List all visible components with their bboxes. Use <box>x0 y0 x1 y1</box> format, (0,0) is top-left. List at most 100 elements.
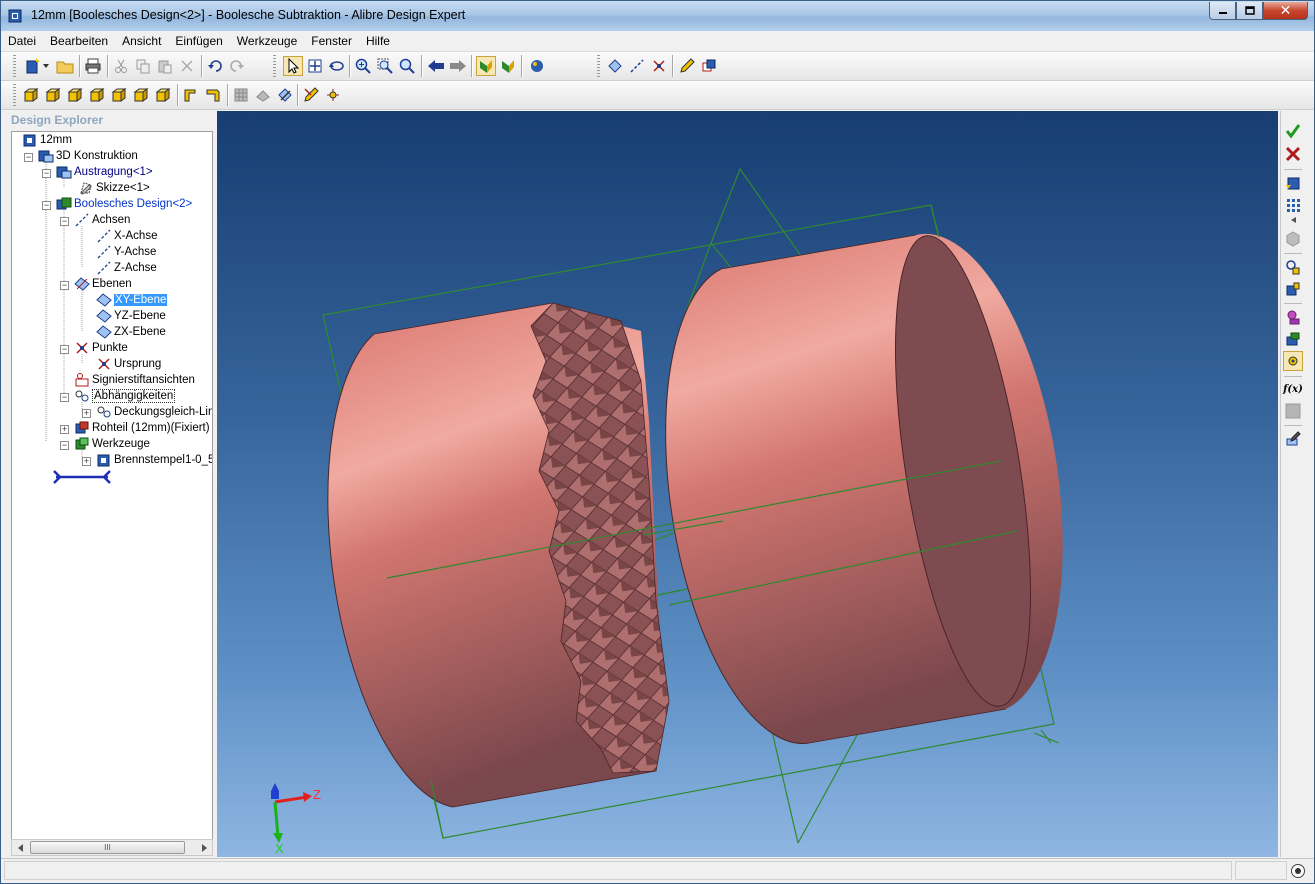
lighting-button[interactable] <box>1283 351 1303 371</box>
tree-node-x-achse[interactable]: X-Achse <box>96 228 157 244</box>
close-button[interactable]: ✕ <box>1263 2 1308 20</box>
tree-node-y-achse[interactable]: Y-Achse <box>96 244 156 260</box>
design-tree[interactable]: 12mm − 3D Konstruktion − Austragung<1> S… <box>11 131 213 845</box>
collapse-arrow-button[interactable] <box>1283 215 1303 225</box>
sweep-button[interactable] <box>65 85 85 105</box>
tree-node-austragung[interactable]: Austragung<1> <box>56 164 153 180</box>
expand-toggle[interactable]: + <box>82 457 91 466</box>
tree-node-rohteil[interactable]: Rohteil (12mm)(Fixiert) <box>74 420 210 436</box>
collapse-toggle[interactable]: − <box>60 441 69 450</box>
shell-button[interactable] <box>109 85 129 105</box>
rotate-button[interactable] <box>327 56 347 76</box>
menu-bearbeiten[interactable]: Bearbeiten <box>43 34 115 48</box>
hole-button[interactable] <box>131 85 151 105</box>
menu-datei[interactable]: Datei <box>1 34 43 48</box>
maximize-button[interactable] <box>1236 2 1263 20</box>
loft-button[interactable] <box>87 85 107 105</box>
mirror-button[interactable] <box>253 85 273 105</box>
pan-button[interactable] <box>305 56 325 76</box>
delete-button[interactable] <box>177 56 197 76</box>
scroll-thumb[interactable]: III <box>30 841 185 854</box>
boolean-button[interactable] <box>699 56 719 76</box>
extrude-button[interactable] <box>21 85 41 105</box>
accept-button[interactable] <box>1283 121 1303 141</box>
tree-node-yz-ebene[interactable]: YZ-Ebene <box>96 308 166 324</box>
insert-part-button[interactable] <box>1283 279 1303 299</box>
placeholder-button[interactable] <box>1283 401 1303 421</box>
insert-point-button[interactable] <box>649 56 669 76</box>
collapse-toggle[interactable]: − <box>42 201 51 210</box>
cancel-button[interactable] <box>1283 144 1303 164</box>
toolbar-grip[interactable] <box>273 55 276 77</box>
collapse-toggle[interactable]: − <box>60 345 69 354</box>
tree-node-root[interactable]: 12mm <box>22 132 72 148</box>
sketch-button[interactable] <box>677 56 697 76</box>
tree-node-xy-ebene[interactable]: XY-Ebene <box>96 292 168 308</box>
chamfer-button[interactable] <box>203 85 223 105</box>
undo-button[interactable] <box>205 56 225 76</box>
edit-button[interactable] <box>1283 429 1303 449</box>
collapse-toggle[interactable]: − <box>60 217 69 226</box>
grid-button[interactable] <box>1283 195 1303 215</box>
tree-node-punkte[interactable]: Punkte <box>74 340 128 356</box>
expand-toggle[interactable]: + <box>60 425 69 434</box>
expand-toggle[interactable]: + <box>82 409 91 418</box>
title-bar[interactable]: 12mm [Boolesches Design<2>] - Boolesche … <box>1 1 1314 31</box>
previous-view-button[interactable] <box>426 56 446 76</box>
3d-viewport[interactable]: Z X <box>217 111 1278 857</box>
fillet-button[interactable] <box>181 85 201 105</box>
material-button[interactable] <box>1283 307 1303 327</box>
origin-button[interactable] <box>323 85 343 105</box>
tree-node-deckungsgleich[interactable]: Deckungsgleich-Line <box>96 404 212 420</box>
thicken-button[interactable] <box>153 85 173 105</box>
collapse-toggle[interactable]: − <box>42 169 51 178</box>
menu-einfuegen[interactable]: Einfügen <box>168 34 229 48</box>
open-button[interactable] <box>55 56 75 76</box>
redo-button[interactable] <box>227 56 247 76</box>
zoom-fit-button[interactable] <box>397 56 417 76</box>
toolbar-grip[interactable] <box>13 55 16 77</box>
menu-ansicht[interactable]: Ansicht <box>115 34 168 48</box>
tree-node-ursprung[interactable]: Ursprung <box>96 356 161 372</box>
part-properties-button[interactable] <box>1283 173 1303 193</box>
render-button[interactable] <box>527 56 547 76</box>
collapse-toggle[interactable]: − <box>60 281 69 290</box>
collapse-toggle[interactable]: − <box>24 153 33 162</box>
tree-node-boolesches-design[interactable]: Boolesches Design<2> <box>56 196 192 212</box>
zoom-window-button[interactable] <box>375 56 395 76</box>
tree-node-werkzeuge[interactable]: Werkzeuge <box>74 436 150 452</box>
new-button[interactable] <box>23 56 43 76</box>
scroll-right-button[interactable] <box>196 840 212 855</box>
copy-button[interactable] <box>133 56 153 76</box>
tree-node-z-achse[interactable]: Z-Achse <box>96 260 157 276</box>
pattern-button[interactable] <box>231 85 251 105</box>
zoom-in-button[interactable] <box>353 56 373 76</box>
scroll-left-button[interactable] <box>12 840 28 855</box>
insert-feature-button[interactable] <box>1283 257 1303 277</box>
tree-node-achsen[interactable]: Achsen <box>74 212 130 228</box>
tree-node-ebenen[interactable]: Ebenen <box>74 276 132 292</box>
menu-fenster[interactable]: Fenster <box>304 34 359 48</box>
collapse-toggle[interactable]: − <box>60 393 69 402</box>
tree-node-brennstempel[interactable]: Brennstempel1-0_5< <box>96 452 212 468</box>
menu-werkzeuge[interactable]: Werkzeuge <box>230 34 304 48</box>
measure-button[interactable] <box>301 85 321 105</box>
explorer-horizontal-scrollbar[interactable]: III <box>11 839 213 856</box>
menu-hilfe[interactable]: Hilfe <box>359 34 397 48</box>
rollback-bar[interactable] <box>52 470 112 484</box>
insert-axis-button[interactable] <box>627 56 647 76</box>
paste-button[interactable] <box>155 56 175 76</box>
tree-node-abhaengigkeiten[interactable]: Abhängigkeiten <box>74 388 176 404</box>
tree-node-zx-ebene[interactable]: ZX-Ebene <box>96 324 166 340</box>
wireframe-view-button[interactable] <box>498 56 518 76</box>
insert-plane-button[interactable] <box>605 56 625 76</box>
tree-node-skizze[interactable]: Skizze<1> <box>78 180 150 196</box>
color-button[interactable] <box>1283 329 1303 349</box>
toolbar-grip[interactable] <box>13 84 16 106</box>
select-tool-button[interactable] <box>283 56 303 76</box>
equations-button[interactable]: f(x) <box>1283 379 1303 399</box>
shaded-view-button[interactable] <box>476 56 496 76</box>
hexagon-button[interactable] <box>1283 229 1303 249</box>
cut-button[interactable] <box>111 56 131 76</box>
print-button[interactable] <box>83 56 103 76</box>
